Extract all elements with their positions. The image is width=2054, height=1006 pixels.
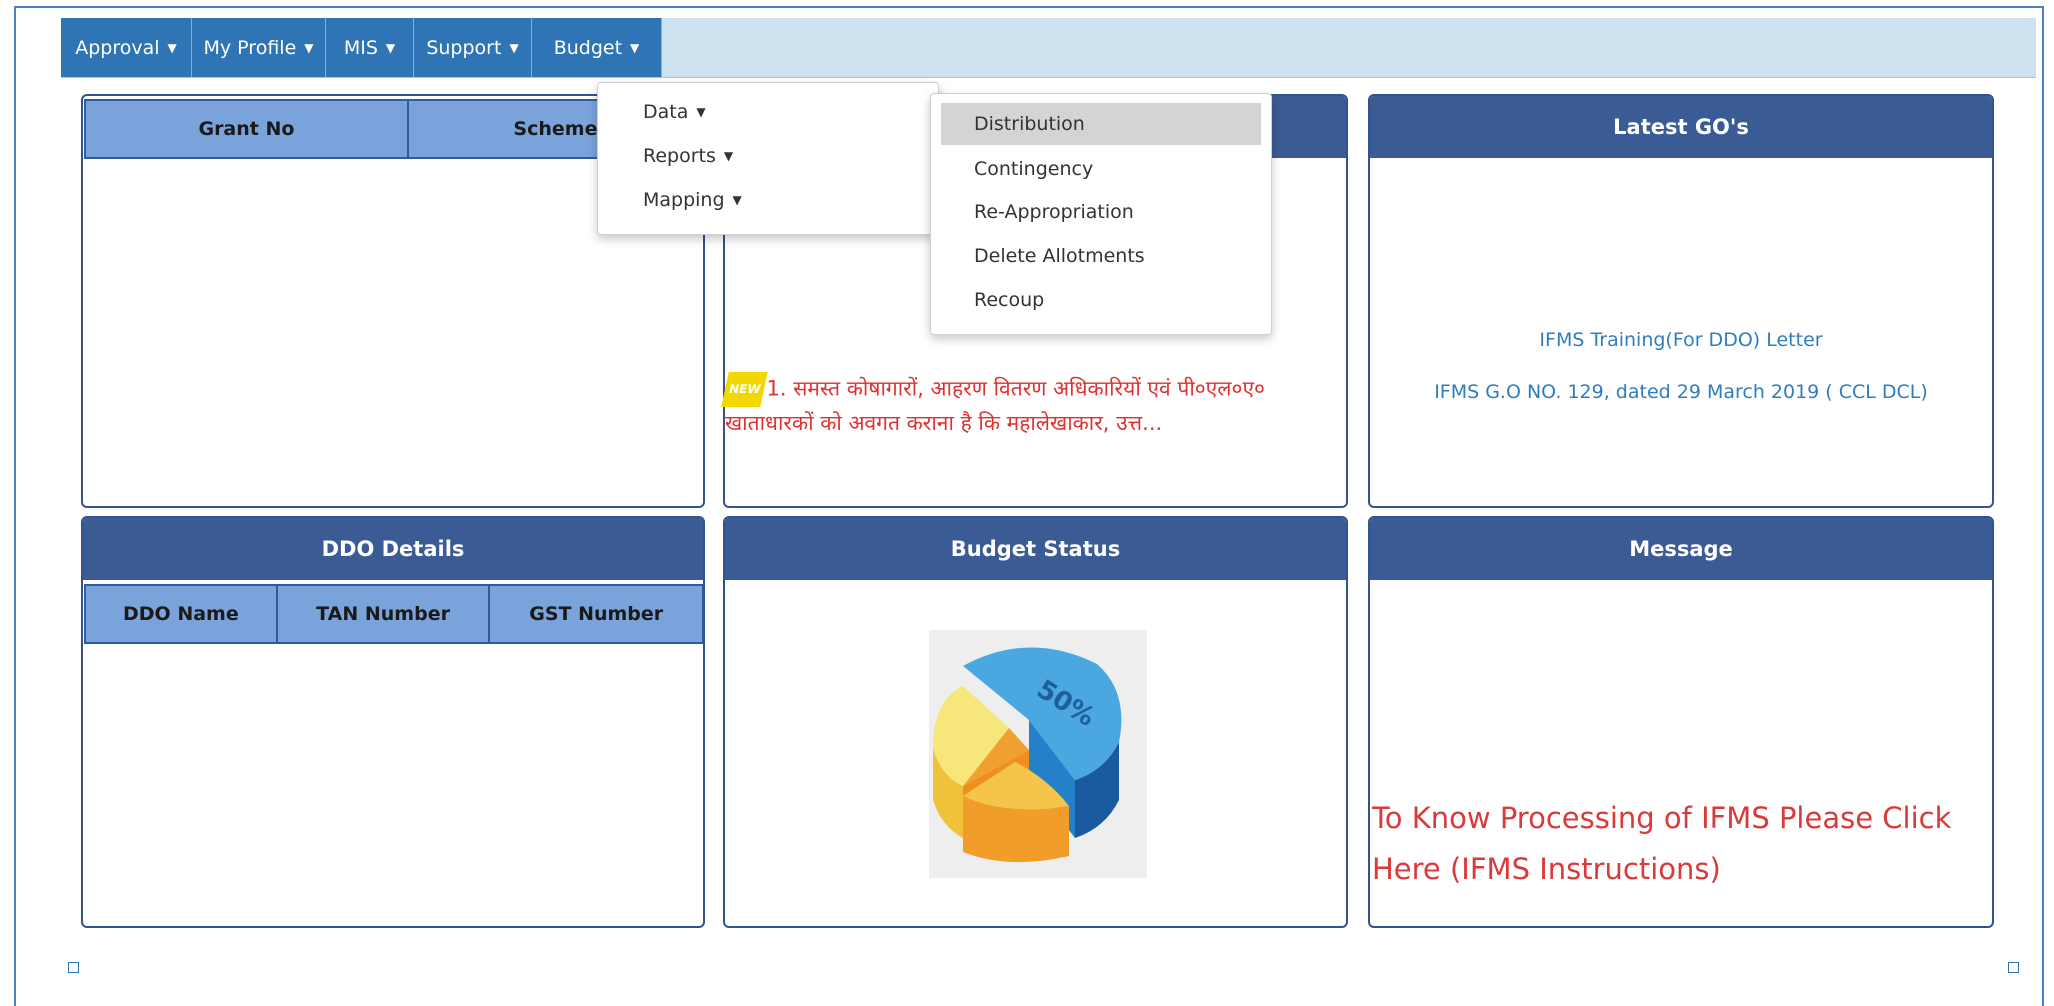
message-line-1: To Know Processing of IFMS Please Click [1372,801,1952,835]
menu-item-distribution[interactable]: Distribution [941,103,1261,145]
nav-mis-label: MIS [343,36,378,59]
news-item[interactable]: NEW 1. समस्त कोषागारों, आहरण वितरण अधिकार… [721,372,1345,440]
corner-checkbox-icon [68,962,79,973]
message-line-2: Here (IFMS Instructions) [1372,852,1721,886]
menu-item-data-label: Data [643,101,689,123]
caret-down-icon: ▼ [630,40,640,55]
menu-item-mapping-label: Mapping [643,189,725,211]
message-title: Message [1370,518,1992,580]
menu-item-mapping[interactable]: Mapping ▼ [598,179,938,221]
nav-budget[interactable]: Budget ▼ [532,18,662,77]
latest-go-panel: Latest GO's IFMS Training(For DDO) Lette… [1368,94,1994,508]
go-link-go-129[interactable]: IFMS G.O NO. 129, dated 29 March 2019 ( … [1370,381,1992,403]
menu-item-data[interactable]: Data ▼ [598,91,938,133]
ddo-details-panel: DDO Details DDO Name TAN Number GST Numb… [81,516,705,928]
menu-item-delete-allotments[interactable]: Delete Allotments [931,235,1271,277]
nav-budget-label: Budget [553,36,623,59]
ifms-instructions-link[interactable]: To Know Processing of IFMS Please Click … [1372,793,1951,895]
menu-item-recoup[interactable]: Recoup [931,279,1271,321]
data-submenu: Distribution Contingency Re-Appropriatio… [930,93,1272,335]
nav-support-label: Support [426,36,502,59]
caret-down-icon: ▼ [723,149,734,163]
caret-down-icon: ▼ [385,40,396,55]
caret-down-icon: ▼ [696,105,706,119]
nav-my-profile[interactable]: My Profile ▼ [192,18,326,77]
menu-item-reports-label: Reports [643,145,716,167]
nav-approval-label: Approval [75,36,160,59]
caret-down-icon: ▼ [732,193,742,207]
top-navbar: Approval ▼ My Profile ▼ MIS ▼ Support ▼ Budg… [61,18,2036,78]
menu-item-contingency[interactable]: Contingency [931,148,1271,190]
col-gst-number: GST Number [529,603,664,625]
nav-approval[interactable]: Approval ▼ [61,18,192,77]
budget-status-panel: Budget Status 50% [723,516,1348,928]
ddo-table-header: DDO Name TAN Number GST Number [84,584,703,644]
pie-chart-image: 50% [929,630,1147,878]
caret-down-icon: ▼ [509,40,519,55]
go-link-ifms-training[interactable]: IFMS Training(For DDO) Letter [1370,329,1992,351]
nav-mis[interactable]: MIS ▼ [326,18,414,77]
col-grant-no: Grant No [86,101,409,157]
nav-support[interactable]: Support ▼ [414,18,532,77]
col-tan-number: TAN Number [278,586,491,642]
menu-item-re-appropriation[interactable]: Re-Appropriation [931,191,1271,233]
budget-dropdown-menu: Data ▼ Reports ▼ Mapping ▼ [597,82,939,235]
col-ddo-name: DDO Name [86,586,278,642]
ddo-details-title: DDO Details [83,518,703,580]
corner-checkbox-icon [2008,962,2019,973]
latest-go-title: Latest GO's [1370,96,1992,158]
budget-status-title: Budget Status [725,518,1346,580]
new-badge: NEW [721,372,769,407]
news-text: 1. समस्त कोषागारों, आहरण वितरण अधिकारियो… [725,376,1265,436]
caret-down-icon: ▼ [304,40,314,55]
nav-my-profile-label: My Profile [203,36,297,59]
caret-down-icon: ▼ [167,40,177,55]
menu-item-reports[interactable]: Reports ▼ [598,135,938,177]
